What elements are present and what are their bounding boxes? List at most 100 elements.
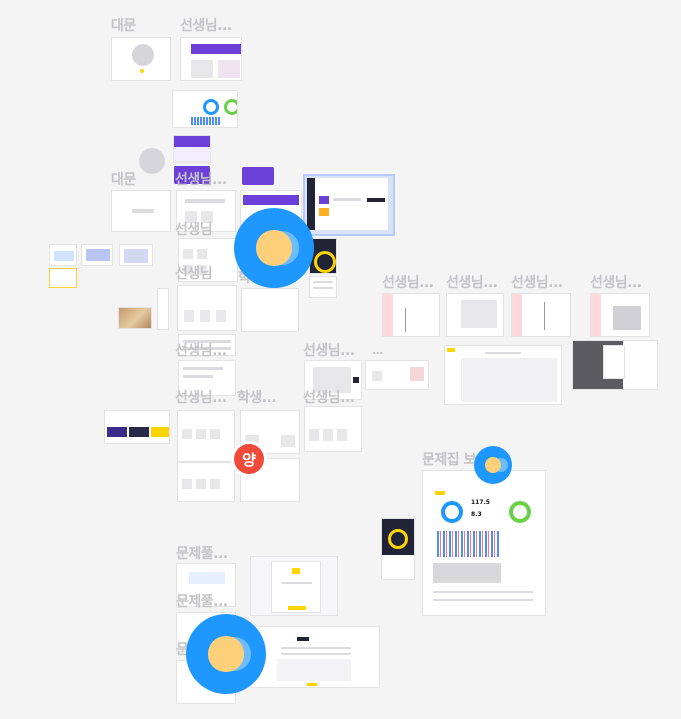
info-box xyxy=(189,572,225,584)
thumb-image xyxy=(54,251,74,261)
frame-thumb-d[interactable] xyxy=(49,268,77,288)
frame-purple-calendar[interactable] xyxy=(173,135,211,163)
frame-daemun-1[interactable] xyxy=(111,37,171,81)
content-area xyxy=(461,300,497,328)
tile xyxy=(210,429,220,439)
label-chip xyxy=(297,637,309,641)
option xyxy=(372,371,382,381)
collaborator-avatar-large-2[interactable] xyxy=(186,614,266,694)
donut-chart xyxy=(203,99,219,115)
frame-daemun-2[interactable] xyxy=(111,190,171,232)
frame-teacher-7[interactable] xyxy=(446,293,504,337)
tile xyxy=(200,310,210,322)
collaborator-avatar-small[interactable] xyxy=(474,446,512,484)
frame-dark-score[interactable] xyxy=(381,518,415,580)
frame-label-ellipsis[interactable]: ... xyxy=(372,343,384,359)
frame-label-teacher-11[interactable]: 선생님... xyxy=(303,343,355,359)
selection-highlight[interactable] xyxy=(303,174,395,236)
frame-label-teacher-2[interactable]: 선생님... xyxy=(175,172,227,188)
frame-teacher-6[interactable] xyxy=(382,293,440,337)
tile xyxy=(184,310,194,322)
tile xyxy=(323,429,333,441)
divider xyxy=(544,302,545,330)
thumb xyxy=(319,208,329,216)
logo-dot xyxy=(140,69,144,73)
answer-area xyxy=(277,659,351,681)
frame-label-teacher-5[interactable]: 선생님 xyxy=(175,266,213,282)
tile xyxy=(337,429,347,441)
pink-column xyxy=(512,294,522,336)
content-area xyxy=(461,358,557,402)
frame-solve-question[interactable] xyxy=(250,626,380,688)
marker xyxy=(353,377,359,383)
header-banner xyxy=(243,195,299,205)
frame-teacher-12[interactable] xyxy=(177,410,235,462)
bar-chart xyxy=(191,117,221,125)
frame-label-teacher-10[interactable]: 선생님... xyxy=(175,343,227,359)
donut-chart xyxy=(509,501,531,523)
frame-teacher-5[interactable] xyxy=(177,285,237,331)
frame-photo[interactable] xyxy=(118,307,152,329)
frame-teacher-9[interactable] xyxy=(590,293,650,337)
frame-thumb-c[interactable] xyxy=(119,244,153,266)
card xyxy=(218,60,240,78)
text-line xyxy=(333,198,361,201)
purple-card xyxy=(242,167,274,185)
whiteboard-canvas[interactable]: 대문 선생님... 대문 선생님... 선생님 선생님 학 선생님... 선생님… xyxy=(0,0,681,719)
frame-small-list[interactable] xyxy=(309,276,337,298)
thumb-image xyxy=(124,249,148,263)
frame-label-teacher-4[interactable]: 선생님 xyxy=(175,222,213,238)
frame-options[interactable] xyxy=(365,360,429,390)
frame-wide-page[interactable] xyxy=(444,345,562,405)
frame-thumb-b[interactable] xyxy=(81,244,113,266)
frame-label-student[interactable]: 학생... xyxy=(237,390,277,406)
frame-dashboard-mini[interactable] xyxy=(172,90,238,128)
frame-dark-modal[interactable] xyxy=(572,340,658,390)
modal xyxy=(271,561,321,613)
collaborator-avatar-red[interactable]: 양 xyxy=(234,444,264,474)
frame-label-solve-2[interactable]: 문제풀... xyxy=(176,594,228,610)
frame-thumb-a[interactable] xyxy=(49,244,77,266)
button xyxy=(367,198,385,202)
frame-teacher-8[interactable] xyxy=(511,293,571,337)
tile xyxy=(309,429,319,441)
frame-student-1[interactable] xyxy=(241,288,299,332)
dark-donut xyxy=(388,529,408,549)
text-line xyxy=(313,281,333,283)
tile xyxy=(281,435,295,447)
option xyxy=(410,367,424,381)
thumb xyxy=(151,427,169,437)
frame-label-teacher-8[interactable]: 선생님... xyxy=(511,275,563,291)
collaborator-avatar-large[interactable] xyxy=(234,208,314,288)
frame-label-daemun-2[interactable]: 대문 xyxy=(111,172,136,188)
frame-teacher-14[interactable] xyxy=(177,462,235,502)
placeholder-circle xyxy=(132,44,154,66)
frame-label-teacher-7[interactable]: 선생님... xyxy=(446,275,498,291)
thumb xyxy=(107,427,127,437)
frame-workbook-report[interactable]: 117.5 8.3 xyxy=(422,470,546,616)
sidebar xyxy=(307,178,315,230)
table-row xyxy=(433,591,533,593)
stat-2: 8.3 xyxy=(471,511,482,518)
frame-label-teacher-9[interactable]: 선생님... xyxy=(590,275,642,291)
bar-chart xyxy=(437,531,499,557)
divider xyxy=(405,308,406,332)
frame-label-solve-1[interactable]: 문제풀... xyxy=(176,546,228,562)
frame-label-teacher-13[interactable]: 선생님... xyxy=(303,390,355,406)
tile xyxy=(182,479,192,489)
logo xyxy=(447,348,455,352)
frame-label-daemun[interactable]: 대문 xyxy=(111,18,136,34)
frame-label-teacher-12[interactable]: 선생님... xyxy=(175,390,227,406)
frame-narrow[interactable] xyxy=(157,288,169,330)
frame-label-teacher[interactable]: 선생님... xyxy=(180,18,232,34)
frame-teacher-13[interactable] xyxy=(304,406,362,452)
frame-teacher-1[interactable] xyxy=(180,37,242,81)
submit-button xyxy=(307,683,317,686)
donut-chart xyxy=(441,501,463,523)
thumb xyxy=(129,427,149,437)
frame-label-teacher-6[interactable]: 선생님... xyxy=(382,275,434,291)
frame-icons[interactable] xyxy=(104,410,170,444)
tag xyxy=(435,491,445,495)
frame-teacher-list[interactable] xyxy=(307,178,388,230)
frame-solve-modal[interactable] xyxy=(250,556,338,616)
